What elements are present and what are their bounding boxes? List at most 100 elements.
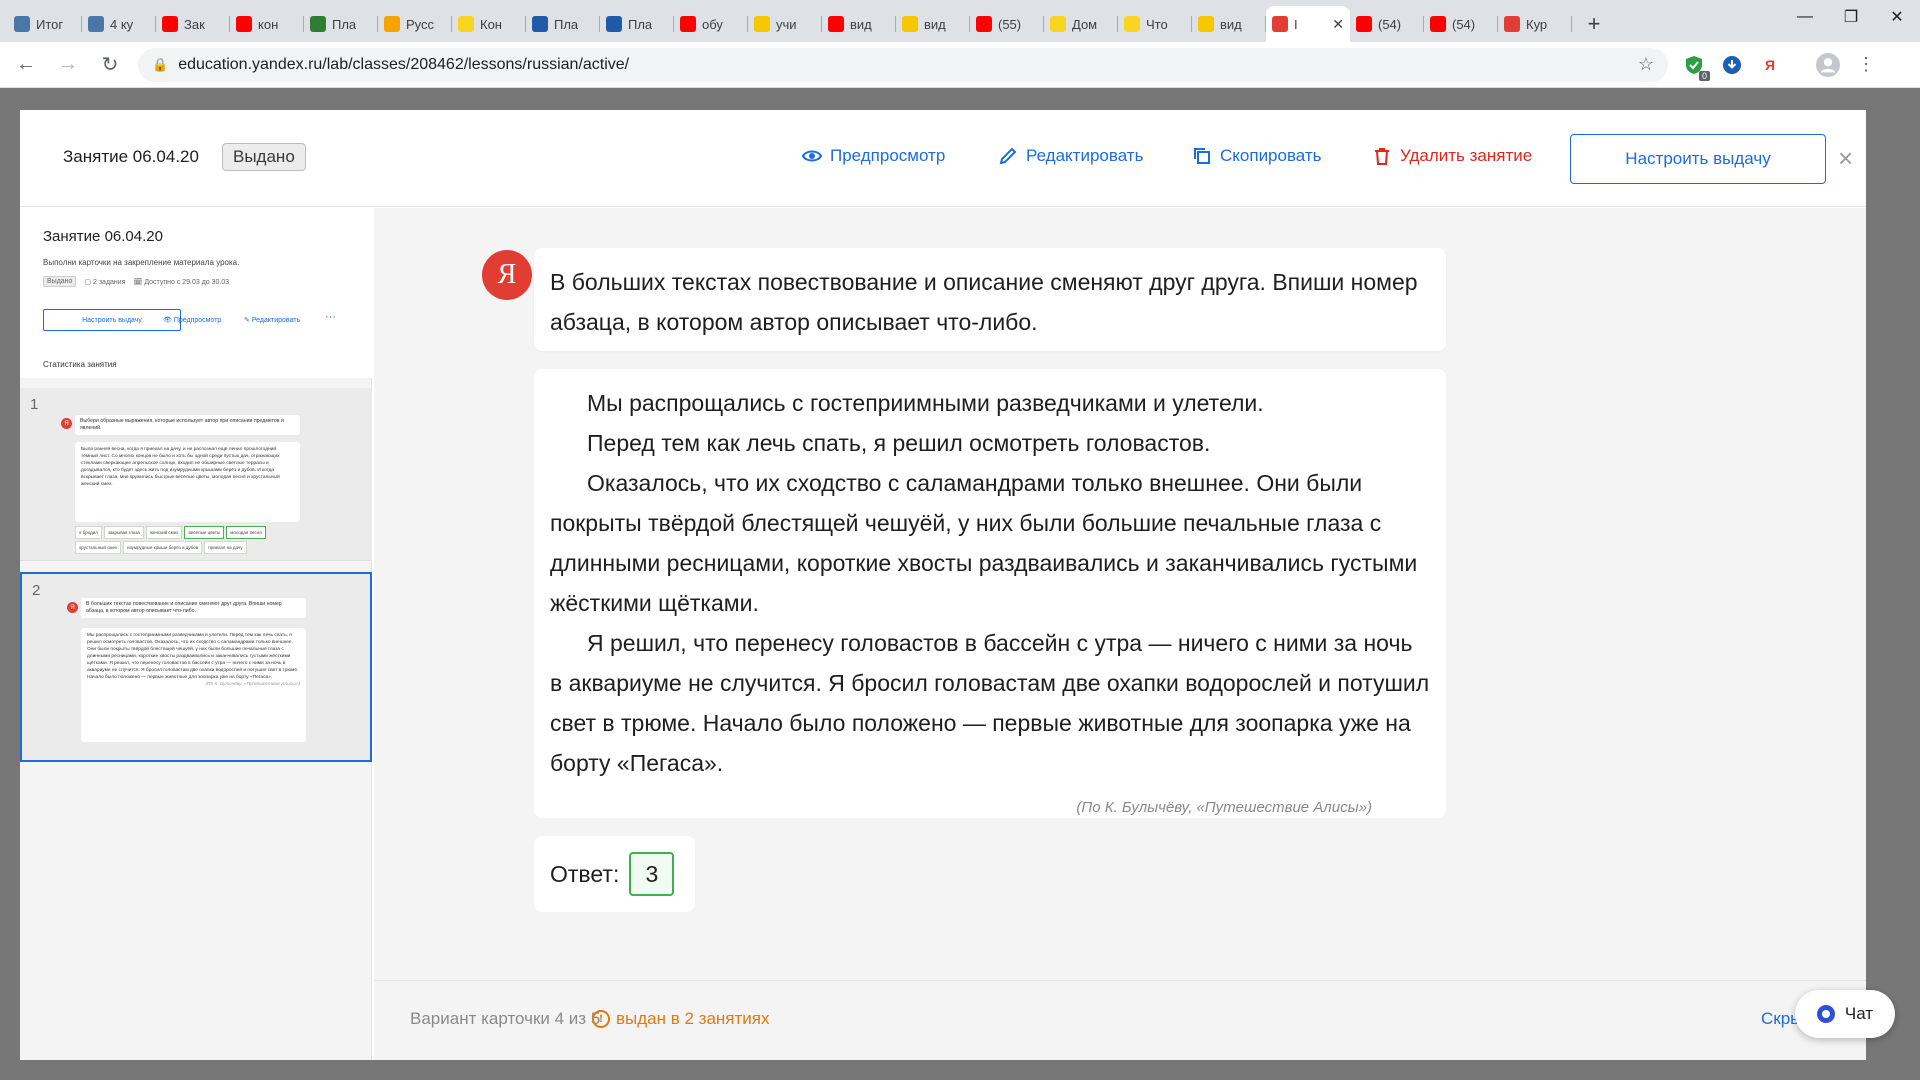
yandex-icon <box>236 16 252 32</box>
browser-tab[interactable]: обу <box>674 6 748 42</box>
extension-shield-icon[interactable]: 0 <box>1682 53 1710 81</box>
lesson-title: Занятие 06.04.20 <box>63 147 199 166</box>
text-card: Мы распрощались с гостеприимными разведч… <box>534 369 1446 818</box>
window-close-button[interactable]: ✕ <box>1874 0 1920 34</box>
paragraph-2: Перед тем как лечь спать, я решил осмотр… <box>587 430 1211 456</box>
tab-label: (54) <box>1378 16 1402 32</box>
chat-icon <box>1816 1005 1835 1023</box>
minimize-button[interactable]: — <box>1782 0 1828 34</box>
browser-tab[interactable]: I ✕ <box>1266 6 1350 42</box>
play-icon <box>902 16 918 32</box>
tab-label: Итог <box>36 16 64 32</box>
tab-label: Русс <box>406 16 435 32</box>
browser-tab[interactable]: Пла <box>600 6 674 42</box>
forward-icon[interactable]: → <box>54 51 82 79</box>
tab-label: Пла <box>554 16 579 32</box>
doc-icon <box>1050 16 1066 32</box>
extension-badge: 0 <box>1698 70 1710 81</box>
hexagon-icon <box>1272 16 1288 32</box>
browser-tab[interactable]: Кур <box>1498 6 1572 42</box>
url-text[interactable]: education.yandex.ru/lab/classes/208462/l… <box>178 56 1628 74</box>
browser-tab[interactable]: (54) <box>1424 6 1498 42</box>
play-icon <box>1198 16 1214 32</box>
card-thumbnail-1[interactable]: 1 Я Выбери образные выражения, которые и… <box>20 388 372 561</box>
sidebar-title: Занятие 06.04.20 <box>43 228 163 245</box>
sidebar-configure-button[interactable]: Настроить выдачу <box>43 309 181 331</box>
download-icon[interactable] <box>1720 53 1744 77</box>
tab-label: Зак <box>184 16 205 32</box>
lesson-stats-link[interactable]: Статистика занятия <box>43 360 117 369</box>
trash-icon <box>1375 148 1389 165</box>
browser-tab[interactable]: вид <box>1192 6 1266 42</box>
preview-button[interactable]: Предпросмотр <box>802 146 945 166</box>
address-bar[interactable]: 🔒 education.yandex.ru/lab/classes/208462… <box>138 47 1668 82</box>
tab-label: (54) <box>1452 16 1476 32</box>
lesson-summary: Занятие 06.04.20 Выполни карточки на зак… <box>20 208 372 378</box>
thumb-text: Мы распрощались с гостеприимными разведч… <box>81 628 306 742</box>
browser-tab[interactable]: Пла <box>526 6 600 42</box>
back-icon[interactable]: ← <box>12 51 40 79</box>
answer-input[interactable]: 3 <box>629 852 675 896</box>
variant-counter: Вариант карточки 4 из 5 <box>410 1009 601 1028</box>
copy-button[interactable]: Скопировать <box>1192 146 1322 166</box>
sidebar-edit-link[interactable]: ✎ Редактировать <box>244 316 300 324</box>
profile-avatar-icon[interactable] <box>1816 52 1840 77</box>
window-controls: — ❐ ✕ <box>1782 0 1920 34</box>
new-tab-button[interactable]: + <box>1576 6 1612 42</box>
browser-tab[interactable]: Пла <box>304 6 378 42</box>
browser-tab[interactable]: вид <box>822 6 896 42</box>
bookmark-star-icon[interactable]: ☆ <box>1638 54 1654 75</box>
browser-tab[interactable]: кон <box>230 6 304 42</box>
delete-lesson-button[interactable]: Удалить занятие <box>1372 146 1532 166</box>
tab-label: обу <box>702 16 723 32</box>
issued-warning[interactable]: ! выдан в 2 занятиях <box>592 1009 770 1029</box>
youtube-icon <box>162 16 178 32</box>
browser-tab[interactable]: Что <box>1118 6 1192 42</box>
tab-label: вид <box>1220 16 1242 32</box>
book-icon <box>532 16 548 32</box>
sidebar-meta: Выдано ▢ 2 задания 🗓 Доступно с 29.03 до… <box>43 276 229 287</box>
browser-tab[interactable]: Итог <box>8 6 82 42</box>
browser-tab[interactable]: Зак <box>156 6 230 42</box>
yandex-avatar-icon: Я <box>67 602 78 613</box>
paragraph-3: Оказалось, что их сходство с саламандрам… <box>550 470 1418 616</box>
tab-label: Что <box>1146 16 1168 32</box>
youtube-icon <box>1430 16 1446 32</box>
eye-icon <box>802 150 822 162</box>
browser-tab[interactable]: (55) <box>970 6 1044 42</box>
thumb-chips: я бродил закрывая глаза женский смех вес… <box>75 526 295 554</box>
sidebar-preview-link[interactable]: 👁 Предпросмотр <box>163 316 221 324</box>
chat-button[interactable]: Чат <box>1795 990 1895 1038</box>
browser-tab[interactable]: (54) <box>1350 6 1424 42</box>
browser-tab[interactable]: учи <box>748 6 822 42</box>
tab-close-icon[interactable]: ✕ <box>1332 16 1344 33</box>
question-bubble: В больших текстах повествование и описан… <box>534 248 1446 351</box>
paragraph-1: Мы распрощались с гостеприимными разведч… <box>587 390 1264 416</box>
browser-menu-icon[interactable]: ⋮ <box>1854 53 1878 77</box>
browser-tab[interactable]: вид <box>896 6 970 42</box>
browser-tab[interactable]: 4 ку <box>82 6 156 42</box>
card-thumbnail-2[interactable]: 2 Я В больших текстах повествование и оп… <box>20 572 372 762</box>
tab-label: Дом <box>1072 16 1098 32</box>
reload-icon[interactable]: ↻ <box>96 51 124 79</box>
browser-tab[interactable]: Кон <box>452 6 526 42</box>
tab-label: 4 ку <box>110 16 134 32</box>
play-icon <box>754 16 770 32</box>
yandex-extension-icon[interactable]: Я <box>1758 53 1782 77</box>
thumb-text: Была ранняя весна, когда я приехал на да… <box>75 442 300 522</box>
availability: 🗓 Доступно с 29.03 до 30.03 <box>133 278 230 286</box>
yandex-avatar: Я <box>482 250 532 300</box>
answer-label: Ответ: <box>550 860 620 887</box>
card-footer: Вариант карточки 4 из 5 ! выдан в 2 заня… <box>374 980 1866 1060</box>
answer-card: Ответ: 3 <box>534 836 695 912</box>
vk-icon <box>88 16 104 32</box>
maximize-button[interactable]: ❐ <box>1828 0 1874 34</box>
close-icon[interactable]: × <box>1838 145 1853 171</box>
chart-icon <box>384 16 400 32</box>
browser-tab[interactable]: Русс <box>378 6 452 42</box>
configure-issue-button[interactable]: Настроить выдачу <box>1570 134 1826 184</box>
edit-button[interactable]: Редактировать <box>998 146 1143 166</box>
more-options-icon[interactable]: ··· <box>325 311 336 323</box>
browser-tab[interactable]: Дом <box>1044 6 1118 42</box>
sidebar-status-badge: Выдано <box>43 276 77 287</box>
